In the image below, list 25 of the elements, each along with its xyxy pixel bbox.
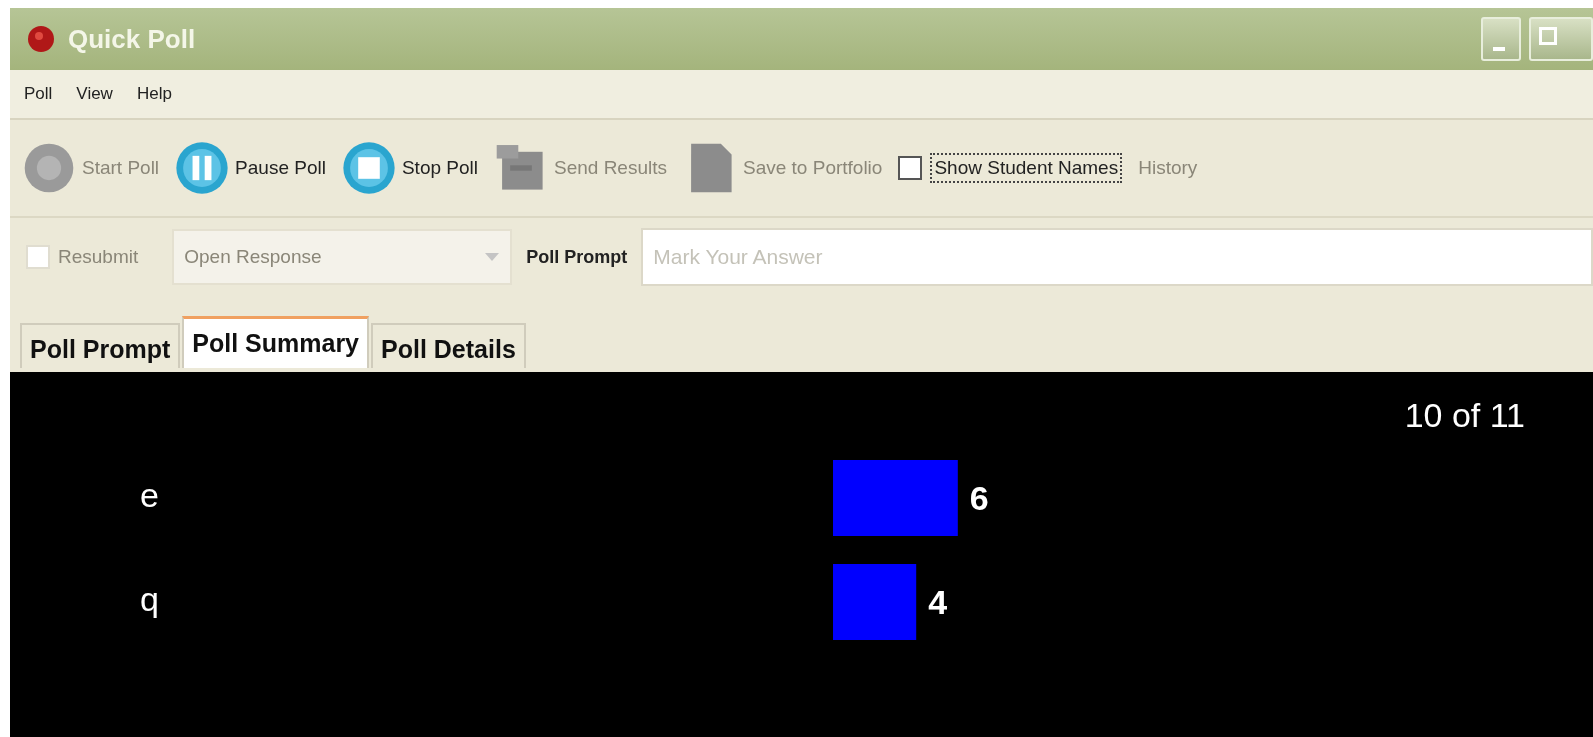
caret-icon	[484, 252, 501, 262]
menu-item[interactable]: Help	[136, 84, 172, 104]
checkbox-label[interactable]: Show Student Names	[930, 153, 1123, 183]
response-count: 10 of 11	[1404, 396, 1525, 434]
pause-icon	[175, 141, 230, 195]
minimize-button[interactable]	[1481, 17, 1521, 61]
value-label: 6	[969, 479, 989, 517]
value-label: 4	[928, 583, 948, 621]
menu-item[interactable]: Poll	[24, 84, 53, 104]
tab[interactable]: Poll Summary	[182, 316, 370, 368]
prompt-field[interactable]: Mark Your Answer	[641, 228, 1593, 286]
circle-icon	[22, 141, 76, 195]
window-title: Quick Poll	[68, 23, 196, 55]
field-label: Poll Prompt	[526, 246, 628, 268]
stop-icon	[341, 141, 396, 195]
app-icon	[26, 24, 56, 54]
maximize-button[interactable]	[1529, 17, 1593, 61]
tab[interactable]: Poll Prompt	[20, 323, 181, 368]
category-label: e	[140, 476, 159, 514]
toolbar-button[interactable]: Stop Poll	[341, 141, 478, 195]
toolbar-button[interactable]: Pause Poll	[175, 141, 326, 195]
category-label: q	[140, 580, 159, 618]
tab[interactable]: Poll Details	[371, 323, 526, 368]
menu-item[interactable]: View	[76, 84, 113, 104]
checkbox[interactable]	[898, 156, 923, 180]
